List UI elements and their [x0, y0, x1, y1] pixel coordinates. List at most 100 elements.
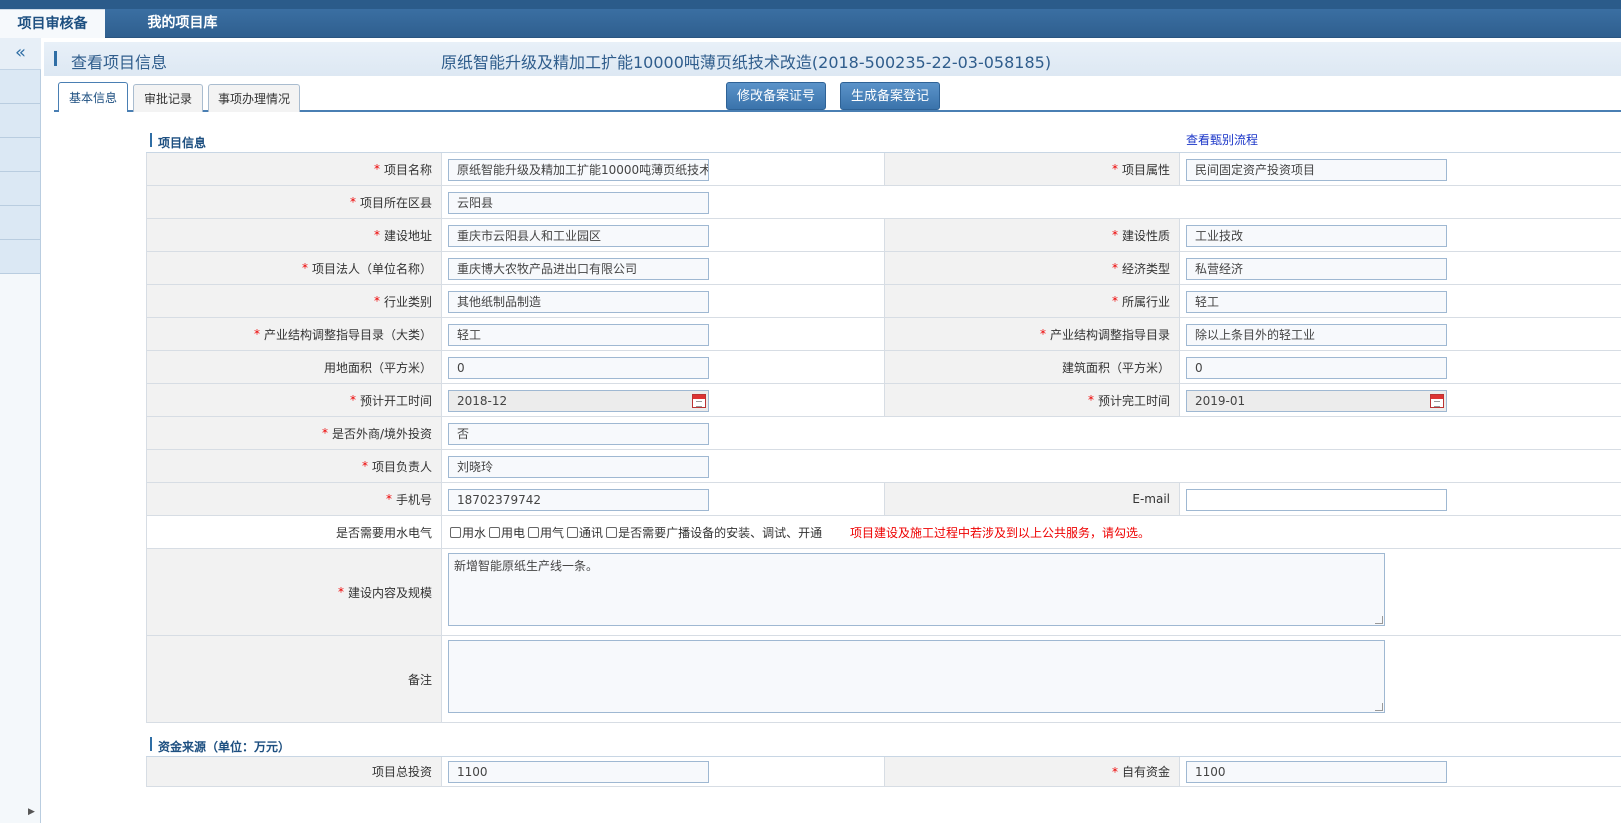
calendar-icon[interactable]	[1430, 394, 1444, 408]
electricity-checkbox[interactable]	[489, 526, 501, 538]
calendar-icon[interactable]	[692, 394, 706, 408]
legal-entity-field[interactable]: 重庆博大农牧产品进出口有限公司	[448, 258, 709, 280]
gas-checkbox[interactable]	[528, 526, 540, 538]
section-accent-bar	[150, 737, 152, 751]
checkbox-label: 用电	[501, 525, 526, 540]
field-label: E-mail	[884, 483, 1180, 515]
sidebar-item[interactable]	[0, 206, 40, 240]
sidebar-item[interactable]	[0, 138, 40, 172]
page-title: 查看项目信息	[71, 53, 168, 72]
tab-basic-info[interactable]: 基本信息	[58, 82, 128, 112]
end-date-field[interactable]: 2019-01	[1186, 390, 1447, 412]
form-row: * 产业结构调整指导目录（大类） 轻工 * 产业结构调整指导目录 除以上条目外的轻工…	[146, 318, 1621, 351]
section-accent-bar	[150, 133, 152, 147]
sidebar-item[interactable]	[0, 240, 40, 274]
checkbox-label: 用气	[540, 525, 565, 540]
field-label: * 预计开工时间	[146, 384, 442, 416]
start-date-field[interactable]: 2018-12	[448, 390, 709, 412]
industry-field[interactable]: 轻工	[1186, 291, 1447, 313]
building-area-field[interactable]: 0	[1186, 357, 1447, 379]
field-label: * 预计完工时间	[884, 384, 1180, 416]
checkbox-label: 通讯	[579, 525, 604, 540]
broadcast-checkbox[interactable]	[606, 526, 618, 538]
form-row: 是否需要用水电气 用水 用电 用气 通讯 是否需要广播设备的安装、调试、开通 项…	[146, 516, 1621, 549]
header-accent-bar	[54, 51, 57, 66]
field-label: * 产业结构调整指导目录	[884, 318, 1180, 350]
industry-category-field[interactable]: 其他纸制品制造	[448, 291, 709, 313]
foreign-investment-field[interactable]: 否	[448, 423, 709, 445]
field-label: 是否需要用水电气	[146, 516, 442, 548]
top-tab-my-projects[interactable]: 我的项目库	[105, 9, 260, 38]
checkbox-label: 用水	[462, 525, 487, 540]
form-row: 项目总投资 1100 * 自有资金 1100	[146, 757, 1621, 787]
form-row: * 手机号 18702379742 E-mail	[146, 483, 1621, 516]
modify-record-number-button[interactable]: 修改备案证号	[726, 82, 826, 110]
utilities-note: 项目建设及施工过程中若涉及到以上公共服务，请勾选。	[850, 525, 1151, 540]
form-row: * 项目所在区县 云阳县	[146, 186, 1621, 219]
construction-content-text: 新增智能原纸生产线一条。	[454, 559, 599, 573]
form-row: * 项目名称 原纸智能升级及精加工扩能10000吨薄页纸技术改造 * 项目属性 民间…	[146, 153, 1621, 186]
field-label: * 自有资金	[884, 757, 1180, 786]
form-row: * 行业类别 其他纸制品制造 * 所属行业 轻工	[146, 285, 1621, 318]
field-label: * 经济类型	[884, 252, 1180, 284]
field-label: * 所属行业	[884, 285, 1180, 317]
field-label: * 产业结构调整指导目录（大类）	[146, 318, 442, 350]
construction-address-field[interactable]: 重庆市云阳县人和工业园区	[448, 225, 709, 247]
section-title-text: 资金来源（单位：万元）	[158, 740, 291, 754]
project-name-field[interactable]: 原纸智能升级及精加工扩能10000吨薄页纸技术改造	[448, 159, 709, 181]
page-header: 查看项目信息 原纸智能升级及精加工扩能10000吨薄页纸技术改造(2018-50…	[44, 42, 1621, 76]
email-field[interactable]	[1186, 489, 1447, 511]
resize-grip-icon[interactable]	[1375, 616, 1383, 624]
sidebar-item[interactable]	[0, 104, 40, 138]
main-content: 查看项目信息 原纸智能升级及精加工扩能10000吨薄页纸技术改造(2018-50…	[44, 38, 1621, 823]
section-title-text: 项目信息	[158, 136, 207, 150]
tab-matter-status[interactable]: 事项办理情况	[208, 84, 300, 112]
form-row: 用地面积（平方米） 0 建筑面积（平方米） 0	[146, 351, 1621, 384]
form-row: 备注	[146, 636, 1621, 723]
project-attribute-field[interactable]: 民间固定资产投资项目	[1186, 159, 1447, 181]
form-row: * 是否外商/境外投资 否	[146, 417, 1621, 450]
water-checkbox[interactable]	[450, 526, 461, 538]
construction-nature-field[interactable]: 工业技改	[1186, 225, 1447, 247]
field-label: * 项目法人（单位名称）	[146, 252, 442, 284]
view-screening-flow-link[interactable]: 查看甄别流程	[1186, 131, 1258, 148]
sidebar-item[interactable]	[0, 70, 40, 104]
checkbox-label: 是否需要广播设备的安装、调试、开通	[618, 525, 823, 540]
remark-textarea[interactable]	[448, 640, 1385, 713]
own-funds-field[interactable]: 1100	[1186, 761, 1447, 783]
form-row: * 预计开工时间 2018-12 * 预计完工时间 2019-01	[146, 384, 1621, 417]
form-row: * 项目负责人 刘晓玲	[146, 450, 1621, 483]
form-row: * 项目法人（单位名称） 重庆博大农牧产品进出口有限公司 * 经济类型 私营经济	[146, 252, 1621, 285]
field-label: * 项目名称	[146, 153, 442, 185]
field-label: * 建设内容及规模	[146, 549, 442, 635]
resize-grip-icon[interactable]	[1375, 703, 1383, 711]
catalog-major-field[interactable]: 轻工	[448, 324, 709, 346]
field-label: * 建设性质	[884, 219, 1180, 251]
tab-approval-records[interactable]: 审批记录	[133, 84, 203, 112]
telecom-checkbox[interactable]	[567, 526, 579, 538]
project-county-field[interactable]: 云阳县	[448, 192, 709, 214]
economy-type-field[interactable]: 私营经济	[1186, 258, 1447, 280]
catalog-field[interactable]: 除以上条目外的轻工业	[1186, 324, 1447, 346]
total-investment-field[interactable]: 1100	[448, 761, 709, 783]
utilities-checkbox-group: 用水 用电 用气 通讯 是否需要广播设备的安装、调试、开通	[448, 516, 823, 548]
start-date-value: 2018-12	[457, 394, 508, 408]
project-leader-field[interactable]: 刘晓玲	[448, 456, 709, 478]
funding-section-title: 资金来源（单位：万元）	[146, 723, 1621, 757]
generate-record-form-button[interactable]: 生成备案登记表	[840, 82, 940, 132]
land-area-field[interactable]: 0	[448, 357, 709, 379]
field-label: 建筑面积（平方米）	[884, 351, 1180, 383]
top-tab-project-review[interactable]: 项目审核备	[0, 9, 105, 38]
field-label: * 手机号	[146, 483, 442, 515]
sidebar-item[interactable]	[0, 172, 40, 206]
collapse-sidebar-icon[interactable]: «	[0, 38, 41, 70]
field-label: 用地面积（平方米）	[146, 351, 442, 383]
top-navigation-bar: 项目审核备 我的项目库	[0, 0, 1621, 38]
field-label: * 项目负责人	[146, 450, 442, 482]
project-info-section-title: 项目信息 查看甄别流程	[146, 119, 1621, 153]
left-sidebar: « ▶	[0, 38, 41, 823]
construction-content-textarea[interactable]: 新增智能原纸生产线一条。	[448, 553, 1385, 626]
phone-field[interactable]: 18702379742	[448, 489, 709, 511]
scroll-right-arrow-icon[interactable]: ▶	[28, 807, 35, 817]
field-label: * 项目属性	[884, 153, 1180, 185]
